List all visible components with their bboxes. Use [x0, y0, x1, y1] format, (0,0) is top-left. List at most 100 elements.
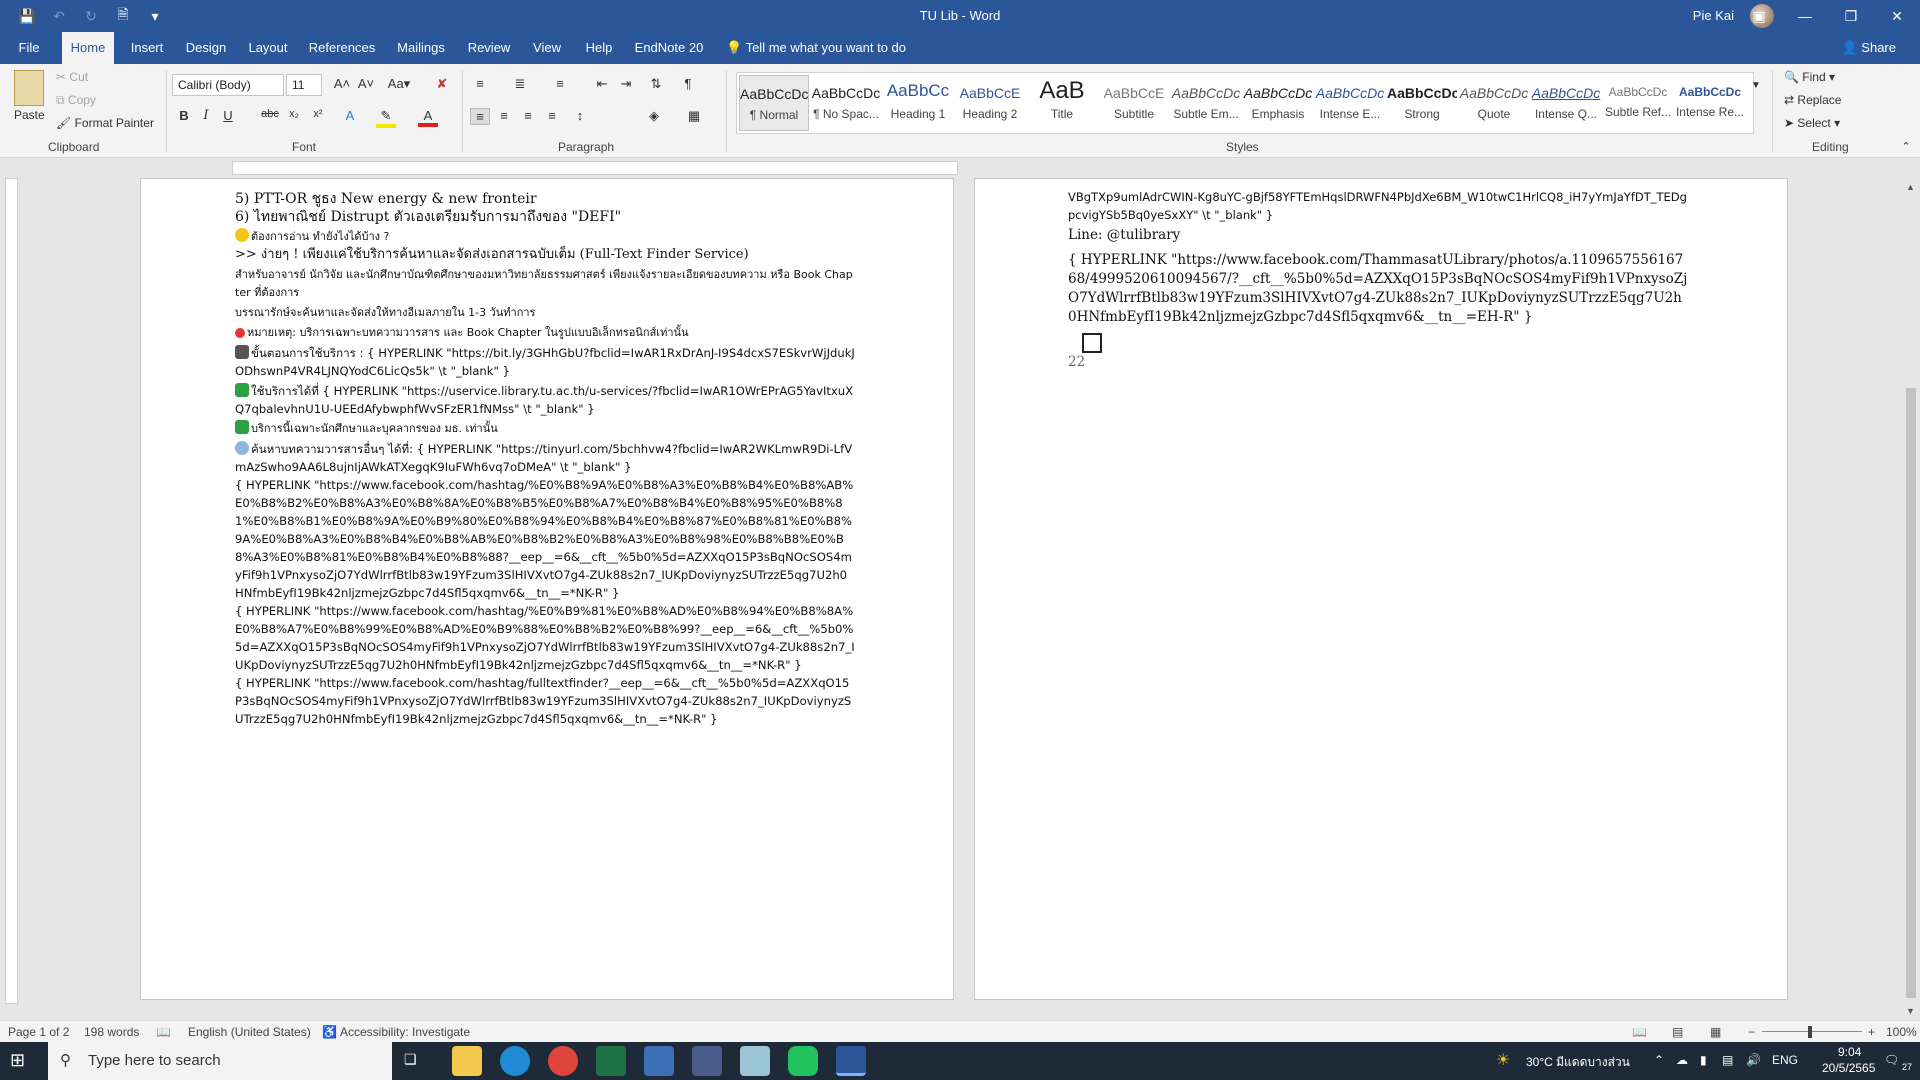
- print-layout-icon[interactable]: ▤: [1672, 1025, 1683, 1039]
- vertical-scrollbar[interactable]: ▲ ▼: [1902, 178, 1920, 1020]
- app-icon[interactable]: [692, 1046, 722, 1076]
- doc-line[interactable]: บรรณารักษ์จะค้นหาและจัดส่งให้ทางอีเมลภาย…: [235, 304, 855, 322]
- doc-line[interactable]: { HYPERLINK "https://www.facebook.com/ha…: [235, 602, 855, 674]
- change-case-icon[interactable]: Aa▾: [384, 76, 414, 92]
- line-spacing-icon[interactable]: ↕: [570, 108, 590, 123]
- font-color-icon[interactable]: A: [418, 108, 438, 127]
- network-icon[interactable]: ▤: [1722, 1053, 1733, 1067]
- shrink-font-icon[interactable]: A˅: [356, 76, 376, 91]
- close-icon[interactable]: ✕: [1874, 0, 1920, 32]
- file-explorer-icon[interactable]: [452, 1046, 482, 1076]
- style-intense-emphasis[interactable]: AaBbCcDc Intense E...: [1315, 75, 1385, 131]
- battery-icon[interactable]: ▮: [1700, 1053, 1707, 1067]
- tab-references[interactable]: References: [304, 32, 380, 64]
- doc-line[interactable]: { HYPERLINK "https://www.facebook.com/Th…: [1068, 251, 1688, 327]
- style-no-spacing[interactable]: AaBbCcDc ¶ No Spac...: [811, 75, 881, 131]
- italic-icon[interactable]: I: [196, 108, 216, 123]
- scrollbar-thumb[interactable]: [1906, 388, 1916, 998]
- scroll-down-icon[interactable]: ▼: [1906, 1006, 1915, 1016]
- tab-mailings[interactable]: Mailings: [390, 32, 452, 64]
- minimize-icon[interactable]: —: [1782, 0, 1828, 32]
- language[interactable]: English (United States): [188, 1025, 311, 1039]
- style-subtle-emphasis[interactable]: AaBbCcDc Subtle Em...: [1171, 75, 1241, 131]
- cloud-icon[interactable]: ☁: [1676, 1053, 1688, 1067]
- tab-design[interactable]: Design: [180, 32, 232, 64]
- superscript-icon[interactable]: x²: [308, 108, 328, 120]
- tab-help[interactable]: Help: [578, 32, 620, 64]
- subscript-icon[interactable]: x₂: [284, 108, 304, 120]
- style-heading-2[interactable]: AaBbCcE Heading 2: [955, 75, 1025, 131]
- word-count[interactable]: 198 words: [84, 1025, 139, 1039]
- cut-button[interactable]: ✂ Cut: [56, 70, 88, 84]
- excel-icon[interactable]: [596, 1046, 626, 1076]
- styles-more-icon[interactable]: ▼: [1746, 80, 1766, 91]
- volume-icon[interactable]: 🔊: [1746, 1053, 1761, 1067]
- doc-line[interactable]: ต้องการอ่าน ทำยังไงได้บ้าง ?: [235, 228, 855, 246]
- doc-line[interactable]: ค้นหาบทความวารสารอื่นๆ ได้ที่: { HYPERLI…: [235, 440, 855, 476]
- tab-layout[interactable]: Layout: [242, 32, 294, 64]
- style-subtle-reference[interactable]: AaBbCcDc Subtle Ref...: [1603, 75, 1673, 131]
- windows-start-icon[interactable]: ⊞: [10, 1050, 25, 1071]
- doc-line[interactable]: ใช้บริการได้ที่ { HYPERLINK "https://use…: [235, 382, 855, 418]
- tab-review[interactable]: Review: [462, 32, 516, 64]
- text-effects-icon[interactable]: A: [340, 108, 360, 123]
- underline-icon[interactable]: U: [218, 108, 238, 123]
- style-intense-reference[interactable]: AaBbCcDc Intense Re...: [1675, 75, 1745, 131]
- justify-icon[interactable]: ≡: [542, 108, 562, 123]
- share-button[interactable]: 👤 Share: [1841, 32, 1896, 64]
- paste-button[interactable]: Paste: [14, 108, 45, 122]
- chrome-icon[interactable]: [548, 1046, 578, 1076]
- tell-me-search[interactable]: 💡 Tell me what you want to do: [726, 32, 906, 64]
- style-normal[interactable]: AaBbCcDc ¶ Normal: [739, 75, 809, 131]
- zoom-slider-thumb[interactable]: [1808, 1026, 1812, 1038]
- font-name-select[interactable]: Calibri (Body): [172, 74, 284, 96]
- collapse-ribbon-icon[interactable]: ⌃: [1896, 140, 1916, 153]
- copy-button[interactable]: ⧉ Copy: [56, 93, 96, 108]
- strikethrough-icon[interactable]: abc: [260, 108, 280, 120]
- style-subtitle[interactable]: AaBbCcE Subtitle: [1099, 75, 1169, 131]
- clock-time[interactable]: 9:04: [1838, 1045, 1861, 1059]
- find-button[interactable]: 🔍 Find ▾: [1784, 70, 1835, 84]
- ruler-bar[interactable]: [5, 178, 18, 1004]
- sort-icon[interactable]: ⇅: [646, 76, 666, 92]
- align-left-icon[interactable]: ≡: [470, 108, 490, 125]
- clock-date[interactable]: 20/5/2565: [1822, 1061, 1875, 1075]
- ribbon-display-icon[interactable]: ▣: [1736, 0, 1782, 32]
- show-formatting-icon[interactable]: ¶: [678, 76, 698, 91]
- page-count[interactable]: Page 1 of 2: [8, 1025, 69, 1039]
- bullets-icon[interactable]: ≡: [470, 76, 490, 91]
- zoom-out-icon[interactable]: −: [1748, 1025, 1755, 1039]
- doc-line[interactable]: VBgTXp9umlAdrCWIN-Kg8uYC-gBjf58YFTEmHqsl…: [1068, 188, 1688, 224]
- accessibility-status[interactable]: Accessibility: Investigate: [340, 1025, 470, 1039]
- clear-formatting-icon[interactable]: ✘: [432, 76, 452, 92]
- zoom-level[interactable]: 100%: [1886, 1025, 1917, 1039]
- proofing-icon[interactable]: 📖: [156, 1025, 171, 1039]
- style-strong[interactable]: AaBbCcDc Strong: [1387, 75, 1457, 131]
- numbering-icon[interactable]: ≣: [510, 76, 530, 92]
- edge-icon[interactable]: [500, 1046, 530, 1076]
- style-heading-1[interactable]: AaBbCc Heading 1: [883, 75, 953, 131]
- doc-line[interactable]: Line: @tulibrary: [1068, 226, 1688, 245]
- align-center-icon[interactable]: ≡: [494, 108, 514, 123]
- multilevel-list-icon[interactable]: ≡: [550, 76, 570, 91]
- highlight-color-icon[interactable]: ✎: [376, 108, 396, 128]
- zoom-slider[interactable]: [1762, 1031, 1862, 1032]
- replace-button[interactable]: ⇄ Replace: [1784, 93, 1841, 107]
- font-size-select[interactable]: 11: [286, 74, 322, 96]
- increase-indent-icon[interactable]: ⇥: [616, 76, 636, 92]
- notification-icon[interactable]: 🗨: [1884, 1053, 1899, 1067]
- style-title[interactable]: AaB Title: [1027, 75, 1097, 131]
- select-button[interactable]: ➤ Select ▾: [1784, 116, 1840, 130]
- doc-line[interactable]: หมายเหตุ: บริการเฉพาะบทความวารสาร และ Bo…: [235, 324, 855, 342]
- style-intense-quote[interactable]: AaBbCcDc Intense Q...: [1531, 75, 1601, 131]
- paste-icon[interactable]: [14, 70, 44, 106]
- notes-icon[interactable]: [740, 1046, 770, 1076]
- bold-icon[interactable]: B: [174, 108, 194, 123]
- taskbar-search-box[interactable]: ⚲ Type here to search: [48, 1042, 392, 1080]
- chevron-up-icon[interactable]: ⌃: [1654, 1053, 1664, 1067]
- doc-line[interactable]: { HYPERLINK "https://www.facebook.com/ha…: [235, 476, 855, 602]
- zoom-in-icon[interactable]: +: [1868, 1025, 1875, 1039]
- tab-insert[interactable]: Insert: [124, 32, 170, 64]
- style-quote[interactable]: AaBbCcDc Quote: [1459, 75, 1529, 131]
- web-layout-icon[interactable]: ▦: [1710, 1025, 1721, 1039]
